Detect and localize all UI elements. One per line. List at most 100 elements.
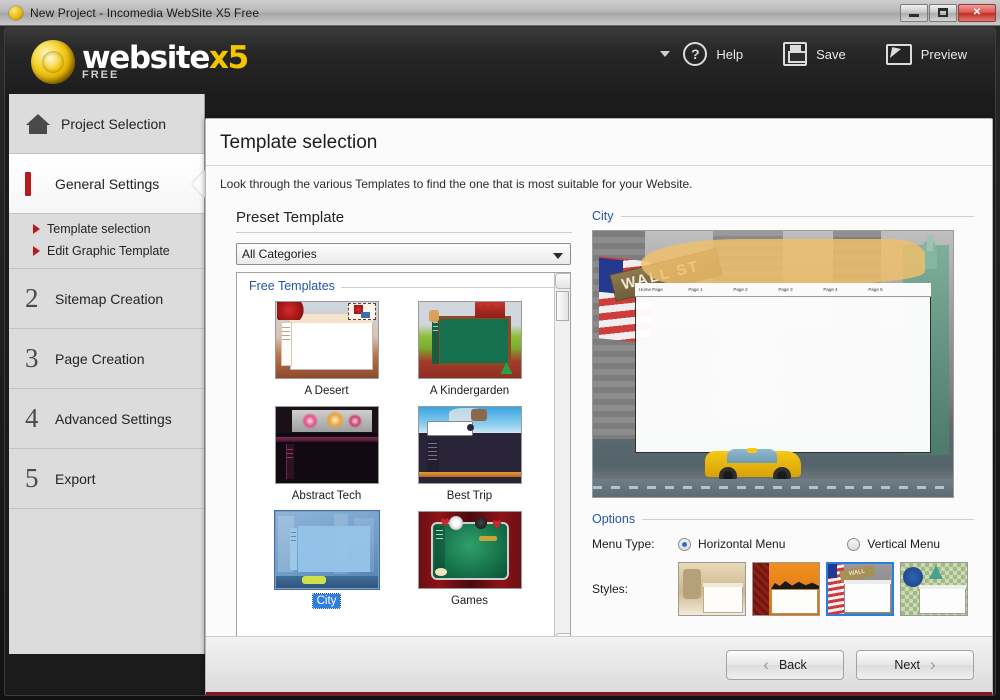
template-label: A Kindergarden bbox=[426, 384, 513, 398]
step-number-3: 3 bbox=[25, 343, 55, 374]
scroll-up-button[interactable] bbox=[555, 273, 571, 289]
style-thumbnail-orange[interactable] bbox=[752, 562, 820, 616]
minimize-icon bbox=[909, 14, 919, 17]
sidebar-item-general-settings[interactable]: General Settings bbox=[9, 154, 204, 214]
template-list-scrollbar[interactable] bbox=[554, 273, 570, 649]
template-label: City bbox=[313, 594, 341, 608]
chevron-down-icon[interactable] bbox=[660, 51, 670, 57]
next-button[interactable]: Next › bbox=[856, 650, 974, 680]
template-item-abstract-tech[interactable]: Abstract Tech bbox=[255, 406, 398, 503]
template-thumbnail[interactable] bbox=[418, 511, 522, 589]
chevron-left-icon: ‹ bbox=[763, 658, 769, 672]
main-panel: Template selection Look through the vari… bbox=[205, 118, 993, 696]
style-thumbnail-sepia[interactable] bbox=[678, 562, 746, 616]
preview-label: Preview bbox=[921, 47, 967, 62]
back-label: Back bbox=[779, 658, 807, 672]
page-title: Template selection bbox=[206, 119, 992, 166]
chevron-right-icon: › bbox=[930, 658, 936, 672]
help-button[interactable]: ? Help bbox=[660, 42, 743, 66]
sidebar-item-export[interactable]: 5 Export bbox=[9, 449, 204, 509]
style-thumbnail-wall-st[interactable]: WALL bbox=[826, 562, 894, 616]
divider bbox=[341, 287, 560, 288]
preview-content-window bbox=[635, 283, 931, 453]
step-number-5: 5 bbox=[25, 463, 55, 494]
maximize-icon bbox=[938, 8, 948, 17]
template-label: Abstract Tech bbox=[288, 489, 365, 503]
preview-menu-item: Page 5 bbox=[853, 287, 898, 292]
sidebar-subitem-label: Template selection bbox=[47, 222, 151, 236]
app-icon bbox=[9, 6, 23, 20]
sidebar-item-page-creation[interactable]: 3 Page Creation bbox=[9, 329, 204, 389]
sidebar-item-label: Project Selection bbox=[61, 116, 166, 132]
sidebar-item-template-selection[interactable]: Template selection bbox=[33, 218, 204, 240]
style-thumbnail-mosaic[interactable] bbox=[900, 562, 968, 616]
help-label: Help bbox=[716, 47, 743, 62]
triangle-right-icon bbox=[33, 224, 40, 234]
template-preview: WALL ST Home Page Page 1 Page 2 Page 3 P… bbox=[592, 230, 954, 498]
style-thumbnails: WALL bbox=[678, 562, 968, 616]
sidebar-subitems: Template selection Edit Graphic Template bbox=[9, 214, 204, 269]
template-item-a-kindergarden[interactable]: A Kindergarden bbox=[398, 301, 541, 398]
template-thumbnail[interactable] bbox=[275, 511, 379, 589]
window-frame: websitex5 FREE ? Help Save Preview bbox=[4, 27, 996, 696]
template-item-games[interactable]: Games bbox=[398, 511, 541, 608]
section-title: Preset Template bbox=[236, 209, 578, 232]
template-group-title: Free Templates bbox=[249, 279, 335, 293]
styles-row: Styles: bbox=[592, 562, 974, 616]
template-thumbnail[interactable] bbox=[418, 406, 522, 484]
template-grid: A Desert bbox=[237, 293, 555, 608]
radio-horizontal-menu[interactable]: Horizontal Menu bbox=[678, 537, 785, 551]
divider bbox=[642, 519, 974, 520]
home-icon bbox=[25, 113, 51, 135]
app-header: websitex5 FREE ? Help Save Preview bbox=[5, 28, 996, 94]
menu-type-label: Menu Type: bbox=[592, 537, 678, 551]
template-item-a-desert[interactable]: A Desert bbox=[255, 301, 398, 398]
category-select[interactable]: All Categories bbox=[236, 243, 571, 265]
template-thumbnail[interactable] bbox=[418, 301, 522, 379]
template-thumbnail[interactable] bbox=[275, 301, 379, 379]
options-header: Options bbox=[592, 512, 974, 526]
preset-template-section: Preset Template All Categories Free Temp… bbox=[206, 197, 578, 657]
sidebar-item-edit-graphic-template[interactable]: Edit Graphic Template bbox=[33, 240, 204, 262]
radio-icon[interactable] bbox=[678, 538, 691, 551]
minimize-button[interactable] bbox=[900, 4, 928, 22]
sidebar-item-project-selection[interactable]: Project Selection bbox=[9, 94, 204, 154]
preview-button[interactable]: Preview bbox=[886, 44, 967, 65]
sidebar-item-advanced-settings[interactable]: 4 Advanced Settings bbox=[9, 389, 204, 449]
template-item-best-trip[interactable]: Best Trip bbox=[398, 406, 541, 503]
options-title: Options bbox=[592, 512, 635, 526]
sidebar-subitem-label: Edit Graphic Template bbox=[47, 244, 170, 258]
styles-label: Styles: bbox=[592, 582, 678, 596]
header-toolbar: ? Help Save Preview bbox=[660, 42, 967, 66]
save-button[interactable]: Save bbox=[783, 42, 846, 66]
chevron-down-icon[interactable] bbox=[553, 253, 563, 259]
radio-label: Horizontal Menu bbox=[698, 537, 785, 551]
panel-footer: ‹ Back Next › bbox=[206, 636, 992, 692]
scrollbar-thumb[interactable] bbox=[556, 291, 569, 321]
app-logo: websitex5 FREE bbox=[31, 40, 248, 84]
template-thumbnail[interactable] bbox=[275, 406, 379, 484]
step-number-2: 2 bbox=[25, 283, 55, 314]
back-button[interactable]: ‹ Back bbox=[726, 650, 844, 680]
page-description: Look through the various Templates to fi… bbox=[206, 166, 992, 191]
radio-icon[interactable] bbox=[847, 538, 860, 551]
category-select-value: All Categories bbox=[242, 247, 317, 261]
sidebar-footer bbox=[9, 654, 205, 696]
preview-and-options: City bbox=[578, 197, 992, 657]
logo-mark-icon bbox=[31, 40, 75, 84]
sidebar-item-label: Page Creation bbox=[55, 351, 145, 367]
step-number-4: 4 bbox=[25, 403, 55, 434]
template-label: Best Trip bbox=[443, 489, 496, 503]
maximize-button[interactable] bbox=[929, 4, 957, 22]
sidebar-item-sitemap-creation[interactable]: 2 Sitemap Creation bbox=[9, 269, 204, 329]
logo-x5: x5 bbox=[209, 40, 248, 76]
preview-header: City bbox=[592, 209, 974, 223]
close-button[interactable]: ✕ bbox=[958, 4, 996, 22]
template-item-city[interactable]: City bbox=[255, 511, 398, 608]
template-list[interactable]: Free Templates bbox=[236, 272, 571, 650]
radio-vertical-menu[interactable]: Vertical Menu bbox=[847, 537, 940, 551]
radio-label: Vertical Menu bbox=[867, 537, 940, 551]
save-icon bbox=[783, 42, 807, 66]
preview-menu-item: Home Page bbox=[639, 287, 673, 292]
sidebar-item-label: General Settings bbox=[55, 176, 159, 192]
